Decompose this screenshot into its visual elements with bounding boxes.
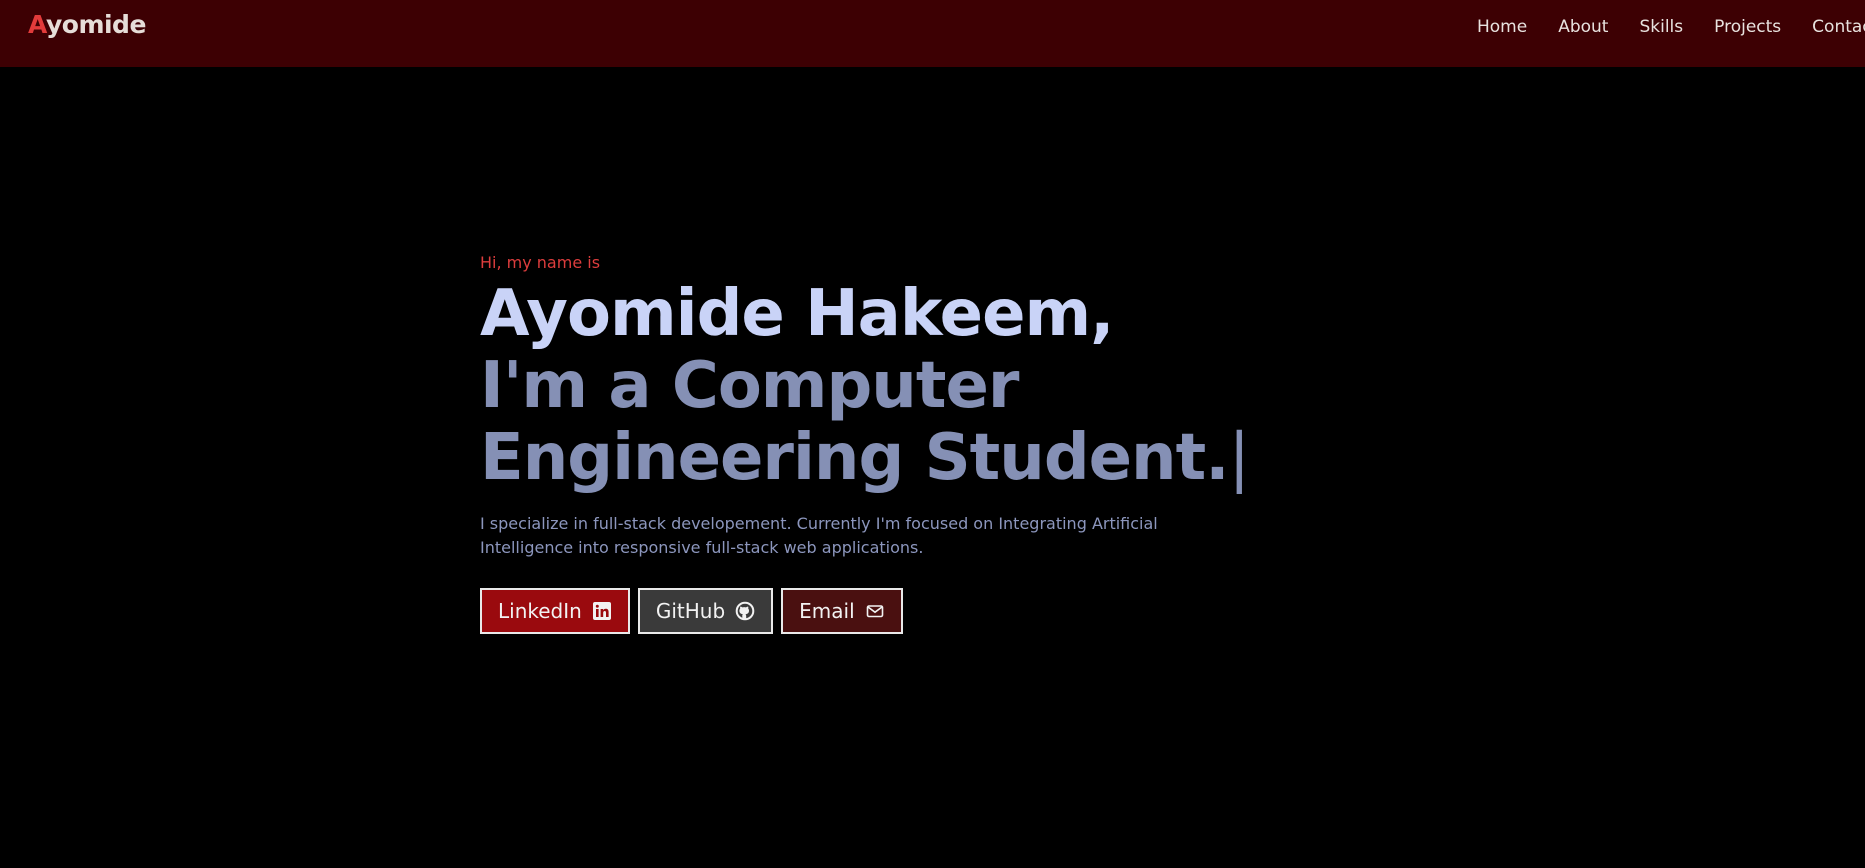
hero-role-line-1: I'm a Computer (480, 349, 1019, 423)
linkedin-button[interactable]: LinkedIn (480, 588, 630, 634)
site-logo[interactable]: Ayomide (28, 10, 146, 39)
nav-link-projects[interactable]: Projects (1714, 17, 1781, 37)
hero-role-line-2: Engineering Student. (480, 421, 1229, 495)
navbar: Ayomide Home About Skills Projects Conta… (0, 0, 1865, 67)
hero-title: Ayomide Hakeem, I'm a Computer Engineeri… (480, 278, 1380, 494)
hero-name: Ayomide Hakeem, (480, 277, 1114, 351)
github-button-label: GitHub (655, 599, 726, 623)
github-button[interactable]: GitHub (637, 588, 774, 634)
nav-link-skills[interactable]: Skills (1639, 17, 1683, 37)
hero-bio: I specialize in full-stack developement.… (480, 514, 1158, 557)
nav-link-about[interactable]: About (1558, 17, 1608, 37)
nav-link-home[interactable]: Home (1477, 17, 1527, 37)
email-button-label: Email (799, 599, 855, 623)
nav-link-contact[interactable]: Contact (1812, 17, 1865, 37)
hero-role-line-2-wrapper: Engineering Student.| (480, 422, 1380, 494)
typing-cursor: | (1228, 421, 1251, 495)
github-icon (735, 601, 755, 621)
logo-text: yomide (45, 10, 146, 39)
logo-initial: A (28, 10, 46, 39)
mail-icon (865, 601, 885, 621)
linkedin-icon (592, 601, 612, 621)
email-button[interactable]: Email (781, 588, 903, 634)
nav-links: Home About Skills Projects Contact (1477, 17, 1865, 37)
hero-section: Hi, my name is Ayomide Hakeem, I'm a Com… (480, 250, 1380, 634)
social-buttons: LinkedIn GitHub Email (480, 588, 1380, 634)
hero-greeting: Hi, my name is (480, 253, 601, 272)
linkedin-button-label: LinkedIn (498, 599, 582, 623)
